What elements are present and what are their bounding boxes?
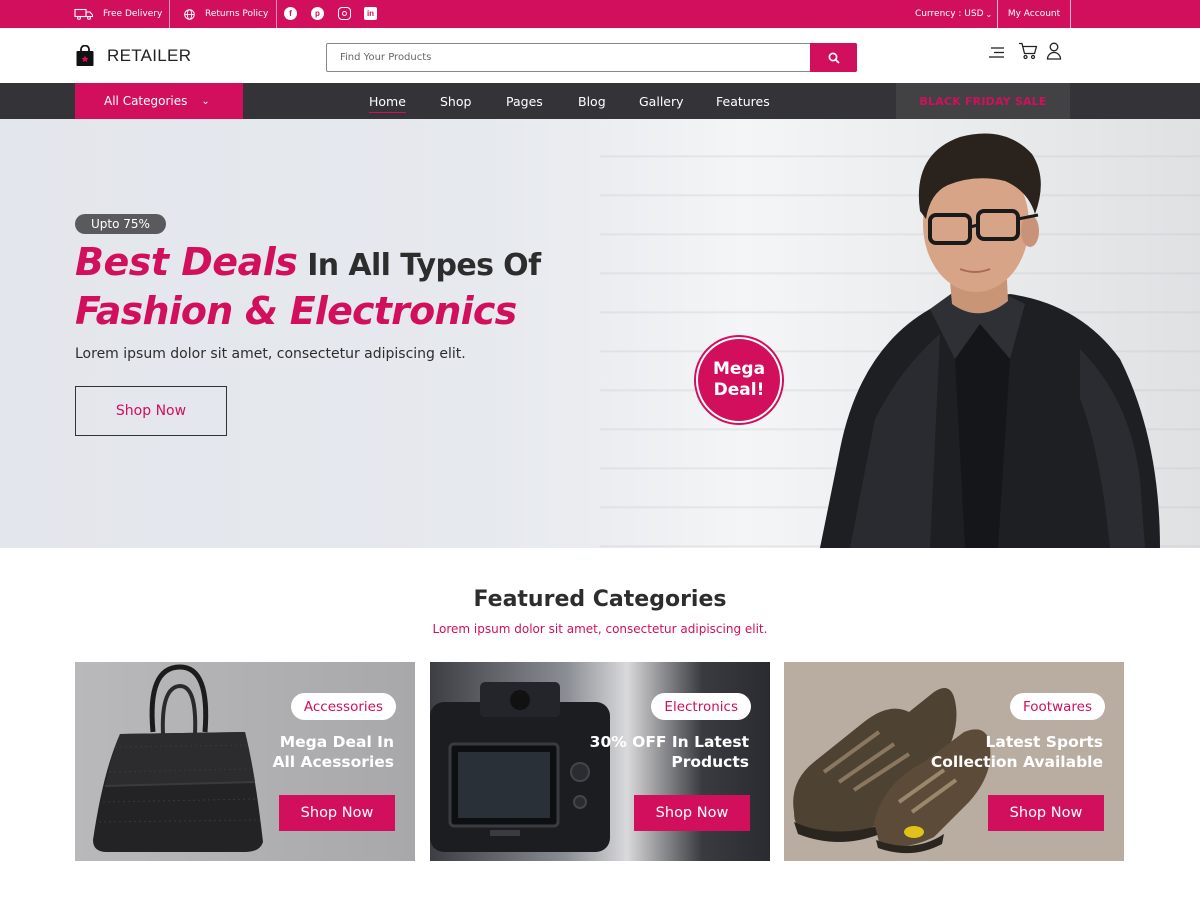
- shopping-bag-icon: [76, 45, 94, 66]
- cart-icon[interactable]: [1018, 42, 1038, 60]
- main-nav: All Categories ⌄ Home Shop Pages Blog Ga…: [0, 83, 1200, 119]
- hero-title-text: In All Types Of: [297, 248, 541, 283]
- hero-subtitle: Lorem ipsum dolor sit amet, consectetur …: [75, 346, 466, 362]
- currency-label: Currency : USD: [915, 9, 984, 19]
- nav-link-blog[interactable]: Blog: [578, 83, 606, 119]
- category-line-1: Latest Sports: [985, 733, 1103, 751]
- divider: [169, 0, 170, 28]
- category-tag: Accessories: [290, 693, 396, 720]
- currency-selector[interactable]: Currency : USD ⌄: [915, 0, 992, 28]
- handbag-image: [93, 664, 263, 852]
- featured-subtitle: Lorem ipsum dolor sit amet, consectetur …: [432, 622, 768, 636]
- search-input[interactable]: [327, 44, 811, 71]
- linkedin-icon[interactable]: in: [364, 7, 377, 20]
- category-line-1: Mega Deal In: [279, 733, 394, 751]
- category-tag: Footwares: [1009, 693, 1105, 720]
- returns-policy[interactable]: Returns Policy: [184, 0, 268, 28]
- hero-title-line-1: Best Deals In All Types Of: [75, 240, 541, 284]
- category-line-2: Products: [671, 753, 749, 771]
- mega-deal-line-1: Mega: [712, 359, 766, 379]
- all-categories-dropdown[interactable]: All Categories ⌄: [75, 83, 243, 119]
- logo[interactable]: RETAILER: [75, 45, 191, 67]
- facebook-icon[interactable]: f: [284, 7, 297, 20]
- category-card-electronics[interactable]: Electronics 30% OFF In Latest Products S…: [430, 662, 770, 861]
- nav-link-shop[interactable]: Shop: [440, 83, 471, 119]
- hero-model-image: [820, 133, 1160, 548]
- free-delivery[interactable]: Free Delivery: [74, 0, 162, 28]
- nav-link-features[interactable]: Features: [716, 83, 770, 119]
- hero-title-highlight: Best Deals: [75, 240, 298, 284]
- category-line-1: 30% OFF In Latest: [589, 733, 749, 751]
- all-categories-label: All Categories: [104, 94, 188, 108]
- chevron-down-icon: ⌄: [985, 9, 993, 19]
- free-delivery-label: Free Delivery: [103, 9, 163, 19]
- instagram-icon[interactable]: [338, 7, 351, 20]
- featured-title: Featured Categories: [473, 587, 727, 612]
- category-line-2: All Acessories: [272, 753, 394, 771]
- mega-deal-line-2: Deal!: [713, 380, 765, 400]
- category-description: 30% OFF In Latest Products: [590, 732, 749, 772]
- nav-link-pages[interactable]: Pages: [506, 83, 543, 119]
- returns-policy-label: Returns Policy: [205, 9, 269, 19]
- truck-icon: [74, 8, 94, 20]
- category-shop-now-button[interactable]: Shop Now: [634, 795, 750, 831]
- nav-link-gallery[interactable]: Gallery: [639, 83, 684, 119]
- black-friday-link[interactable]: BLACK FRIDAY SALE: [896, 83, 1070, 119]
- hero-shop-now-button[interactable]: Shop Now: [75, 386, 227, 436]
- search-bar: [326, 43, 857, 72]
- category-description: Mega Deal In All Acessories: [272, 732, 394, 772]
- search-icon: [828, 52, 840, 64]
- search-button[interactable]: [810, 43, 857, 72]
- header: RETAILER: [0, 28, 1200, 83]
- logo-text: RETAILER: [107, 46, 192, 65]
- my-account-label: My Account: [1007, 9, 1061, 19]
- menu-icon[interactable]: [988, 47, 1005, 59]
- pinterest-icon[interactable]: p: [311, 7, 324, 20]
- nav-link-home[interactable]: Home: [369, 83, 406, 119]
- hero-banner: Upto 75% Best Deals In All Types Of Fash…: [0, 119, 1200, 548]
- category-shop-now-button[interactable]: Shop Now: [988, 795, 1104, 831]
- my-account-link[interactable]: My Account: [997, 0, 1071, 28]
- category-description: Latest Sports Collection Available: [931, 732, 1103, 772]
- category-shop-now-button[interactable]: Shop Now: [279, 795, 395, 831]
- top-bar: Free Delivery Returns Policy f p in Curr…: [0, 0, 1200, 28]
- chevron-down-icon: ⌄: [201, 95, 210, 107]
- hero-title-line-2: Fashion & Electronics: [75, 289, 517, 333]
- category-card-accessories[interactable]: Accessories Mega Deal In All Acessories …: [75, 662, 415, 861]
- divider: [276, 0, 277, 28]
- category-card-footwares[interactable]: Footwares Latest Sports Collection Avail…: [784, 662, 1124, 861]
- category-line-2: Collection Available: [930, 753, 1103, 771]
- mega-deal-badge: Mega Deal!: [696, 337, 782, 423]
- user-icon[interactable]: [1046, 42, 1062, 60]
- category-tag: Electronics: [651, 693, 751, 720]
- discount-badge: Upto 75%: [75, 214, 166, 234]
- globe-icon: [184, 8, 195, 20]
